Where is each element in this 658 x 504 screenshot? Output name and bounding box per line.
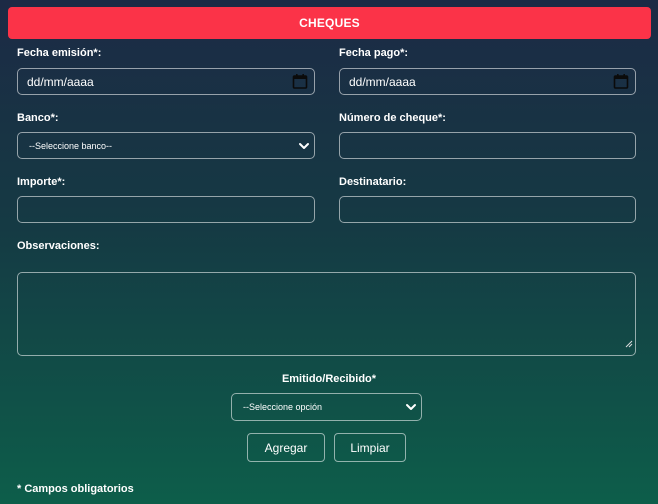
fecha-pago-value: dd/mm/aaaa — [349, 74, 416, 89]
limpiar-button-label: Limpiar — [350, 440, 390, 455]
limpiar-button[interactable]: Limpiar — [334, 433, 406, 462]
banco-label: Banco*: — [17, 112, 59, 124]
fecha-pago-input[interactable]: dd/mm/aaaa — [339, 68, 636, 95]
numero-cheque-input[interactable] — [339, 132, 636, 159]
resize-grip-icon[interactable] — [625, 335, 633, 353]
importe-label: Importe*: — [17, 176, 66, 188]
chevron-down-icon — [405, 401, 417, 415]
page-header: CHEQUES — [8, 7, 651, 39]
required-fields-note: * Campos obligatorios — [17, 483, 134, 495]
agregar-button-label: Agregar — [264, 440, 308, 455]
observaciones-label: Observaciones: — [17, 240, 100, 252]
fecha-pago-label: Fecha pago*: — [339, 47, 409, 59]
banco-select[interactable]: --Seleccione banco-- — [17, 132, 315, 159]
observaciones-textarea[interactable] — [17, 272, 636, 356]
fecha-emision-label: Fecha emisión*: — [17, 47, 102, 59]
numero-cheque-label: Número de cheque*: — [339, 112, 446, 124]
importe-input[interactable] — [17, 196, 315, 223]
fecha-emision-input[interactable]: dd/mm/aaaa — [17, 68, 315, 95]
emitido-recibido-selected-value: --Seleccione opción — [243, 402, 323, 412]
calendar-icon[interactable] — [613, 73, 629, 93]
fecha-emision-value: dd/mm/aaaa — [27, 74, 94, 89]
destinatario-label: Destinatario: — [339, 176, 407, 188]
destinatario-input[interactable] — [339, 196, 636, 223]
page-title: CHEQUES — [299, 16, 360, 30]
emitido-recibido-label: Emitido/Recibido* — [281, 373, 377, 385]
emitido-recibido-select[interactable]: --Seleccione opción — [231, 393, 422, 421]
banco-selected-value: --Seleccione banco-- — [29, 140, 113, 151]
chevron-down-icon — [298, 140, 310, 154]
calendar-icon[interactable] — [292, 73, 308, 93]
agregar-button[interactable]: Agregar — [247, 433, 325, 462]
